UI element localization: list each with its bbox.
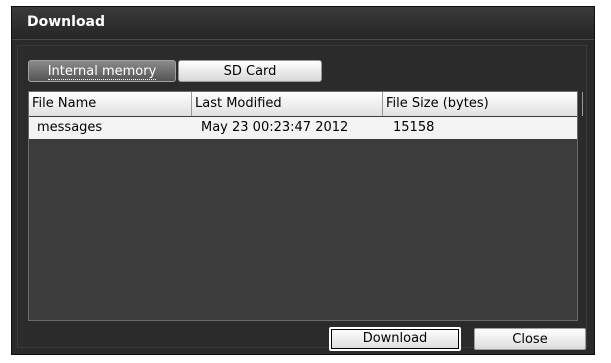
- title-bar: Download: [12, 7, 594, 40]
- table-header: File Name Last Modified File Size (bytes…: [29, 92, 583, 116]
- tab-internal-memory[interactable]: Internal memory: [28, 60, 176, 82]
- tab-sd-card[interactable]: SD Card: [178, 60, 322, 82]
- cell-last-modified: May 23 00:23:47 2012: [201, 120, 349, 135]
- dialog-body: Internal memory SD Card File Name Last M…: [17, 45, 587, 351]
- cell-file-size: 15158: [393, 120, 435, 135]
- column-header-file-size[interactable]: File Size (bytes): [383, 92, 583, 116]
- file-table: File Name Last Modified File Size (bytes…: [28, 91, 583, 321]
- table-row[interactable]: messages May 23 00:23:47 2012 15158: [29, 117, 577, 139]
- cell-file-name: messages: [37, 120, 103, 135]
- close-button[interactable]: Close: [474, 328, 586, 350]
- column-header-file-name[interactable]: File Name: [29, 92, 192, 116]
- tab-internal-memory-label: Internal memory: [47, 64, 157, 80]
- download-button[interactable]: Download: [329, 327, 461, 351]
- dialog-title: Download: [27, 14, 106, 30]
- column-header-last-modified[interactable]: Last Modified: [192, 92, 383, 116]
- column-header-spacer: [583, 92, 597, 116]
- download-dialog: Download Internal memory SD Card File Na…: [11, 6, 595, 355]
